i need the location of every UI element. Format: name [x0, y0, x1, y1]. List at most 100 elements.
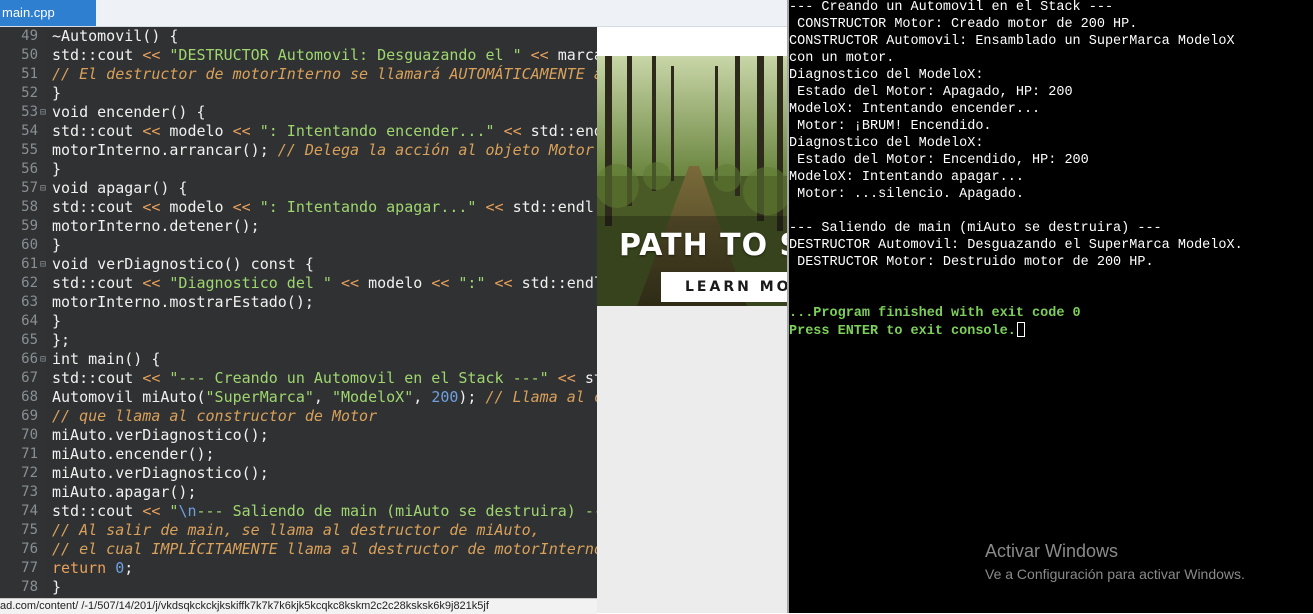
code-token: << — [142, 274, 161, 292]
line-number: 55 — [21, 142, 38, 158]
console-line: Diagnostico del ModeloX: — [789, 135, 983, 152]
fold-toggle-icon[interactable]: ⊟ — [40, 255, 48, 274]
code-line[interactable]: 49 ~Automovil() { — [0, 27, 597, 46]
code-line[interactable]: 71 miAuto.encender(); — [0, 445, 597, 464]
code-line[interactable]: 62 std::cout << "Diagnostico del " << mod… — [0, 274, 597, 293]
code-line[interactable]: 65}; — [0, 331, 597, 350]
code-token: std::cout — [52, 369, 143, 387]
code-line[interactable]: 51 // El destructor de motorInterno se ll… — [0, 65, 597, 84]
code-token: } — [52, 312, 62, 330]
code-token: void encender() { — [52, 103, 206, 121]
code-line[interactable]: 66 ⊟ int main() { — [0, 350, 597, 369]
console-line: Press ENTER to exit console. — [789, 322, 1025, 340]
code-token: << — [341, 274, 360, 292]
code-line[interactable]: 60} — [0, 236, 597, 255]
code-token: ":" — [458, 274, 486, 292]
code-line[interactable]: 59 motorInterno.detener(); — [0, 217, 597, 236]
line-number: 50 — [21, 47, 38, 63]
code-line[interactable]: 69 // que llama al constructor de Motor — [0, 407, 597, 426]
code-text: } — [52, 578, 61, 597]
learn-more-button[interactable]: LEARN MO — [661, 272, 787, 302]
line-number: 76 — [21, 541, 38, 557]
console-text: Diagnostico del ModeloX: — [789, 136, 984, 151]
status-bar-url: ad.com/content/ /-1/507/14/201/j/vkdsqkc… — [0, 598, 597, 614]
code-line[interactable]: 63 motorInterno.mostrarEstado(); — [0, 293, 597, 312]
code-text: // el cual IMPLÍCITAMENTE llama al destr… — [52, 540, 597, 559]
output-console[interactable]: Activar Windows Ve a Configuración para … — [787, 0, 1313, 613]
code-line[interactable]: 75 // Al salir de main, se llama al destr… — [0, 521, 597, 540]
code-token: std::cout — [52, 46, 143, 64]
code-token: 200 — [431, 388, 459, 406]
code-line[interactable]: 61 ⊟ void verDiagnostico() const { — [0, 255, 597, 274]
code-token: miAuto.verDiagnostico(); — [52, 464, 269, 482]
advertisement-banner[interactable]: PATH TO SU LEARN MO — [597, 56, 787, 306]
fold-toggle-icon[interactable]: ⊟ — [40, 103, 48, 122]
code-line[interactable]: 76 // el cual IMPLÍCITAMENTE llama al des… — [0, 540, 597, 559]
code-line[interactable]: 64} — [0, 312, 597, 331]
code-line[interactable]: 70 miAuto.verDiagnostico(); — [0, 426, 597, 445]
text-cursor — [1016, 322, 1025, 337]
code-line[interactable]: 52} — [0, 84, 597, 103]
code-line[interactable]: 74 std::cout << "\n--- Saliendo de main (… — [0, 502, 597, 521]
code-text: } — [52, 236, 61, 255]
console-line: CONSTRUCTOR Motor: Creado motor de 200 H… — [789, 16, 1137, 33]
code-token: marca — [557, 46, 597, 64]
code-token: } — [52, 84, 62, 102]
code-line[interactable]: 53 ⊟ void encender() { — [0, 103, 597, 122]
console-text: Motor: ¡BRUM! Encendido. — [789, 119, 992, 134]
line-number: 49 — [21, 28, 38, 44]
code-line[interactable]: 56} — [0, 160, 597, 179]
code-token: miAuto.apagar(); — [52, 483, 197, 501]
code-editor[interactable]: 49 ~Automovil() {50 std::cout << "DESTRUCT… — [0, 27, 597, 598]
fold-toggle-icon[interactable]: ⊟ — [40, 179, 48, 198]
code-line[interactable]: 50 std::cout << "DESTRUCTOR Automovil: De… — [0, 46, 597, 65]
code-text: // Al salir de main, se llama al destruc… — [52, 521, 540, 540]
console-text: Estado del Motor: Apagado, HP: 200 — [789, 85, 1073, 100]
fold-toggle-icon[interactable]: ⊟ — [40, 350, 48, 369]
code-token: miAuto.encender(); — [52, 445, 215, 463]
line-number: 65 — [21, 332, 38, 348]
code-line[interactable]: 55 motorInterno.arrancar(); // Delega la … — [0, 141, 597, 160]
line-number: 52 — [21, 85, 38, 101]
code-line[interactable]: 77 return 0; — [0, 559, 597, 578]
code-token: motorInterno.arrancar(); — [52, 141, 278, 159]
console-line: ModeloX: Intentando encender... — [789, 101, 1040, 118]
code-token: << — [142, 502, 161, 520]
code-text: // que llama al constructor de Motor — [52, 407, 377, 426]
code-text: std::cout << modelo << ": Intentando enc… — [52, 122, 597, 141]
line-number: 77 — [21, 560, 38, 576]
code-token: , — [413, 388, 432, 406]
code-token: ; — [124, 559, 134, 577]
code-line[interactable]: 68 Automovil miAuto("SuperMarca", "Modelo… — [0, 388, 597, 407]
code-line[interactable]: 72 miAuto.verDiagnostico(); — [0, 464, 597, 483]
code-text: std::cout << "DESTRUCTOR Automovil: Desg… — [52, 46, 597, 65]
code-line[interactable]: 58 std::cout << modelo << ": Intentando a… — [0, 198, 597, 217]
code-token: std::endl — [530, 122, 597, 140]
code-line[interactable]: 78} — [0, 578, 597, 597]
code-line[interactable]: 73 miAuto.apagar(); — [0, 483, 597, 502]
code-text: Automovil miAuto("SuperMarca", "ModeloX"… — [52, 388, 597, 407]
console-text: CONSTRUCTOR Automovil: Ensamblado un Sup… — [789, 34, 1235, 49]
console-line: DESTRUCTOR Automovil: Desguazando el Sup… — [789, 237, 1243, 254]
code-token: << — [431, 274, 450, 292]
code-token: std::endl; — [503, 198, 597, 216]
code-token: ); — [458, 388, 486, 406]
line-number: 56 — [21, 161, 38, 177]
code-line[interactable]: 54 std::cout << modelo << ": Intentando e… — [0, 122, 597, 141]
code-text: miAuto.verDiagnostico(); — [52, 464, 269, 483]
line-number: 60 — [21, 237, 38, 253]
forest-path-image — [597, 56, 787, 306]
code-text: miAuto.verDiagnostico(); — [52, 426, 269, 445]
code-line[interactable]: 57 ⊟ void apagar() { — [0, 179, 597, 198]
code-line[interactable]: 67 std::cout << "--- Creando un Automovil… — [0, 369, 597, 388]
code-token: Automovil miAuto( — [52, 388, 206, 406]
tab-main-cpp[interactable]: main.cpp — [0, 0, 96, 26]
console-line: ...Program finished with exit code 0 — [789, 305, 1081, 322]
line-number: 72 — [21, 465, 38, 481]
code-text: motorInterno.arrancar(); // Delega la ac… — [52, 141, 594, 160]
console-line: con un motor. — [789, 50, 894, 67]
code-token: << — [142, 369, 161, 387]
